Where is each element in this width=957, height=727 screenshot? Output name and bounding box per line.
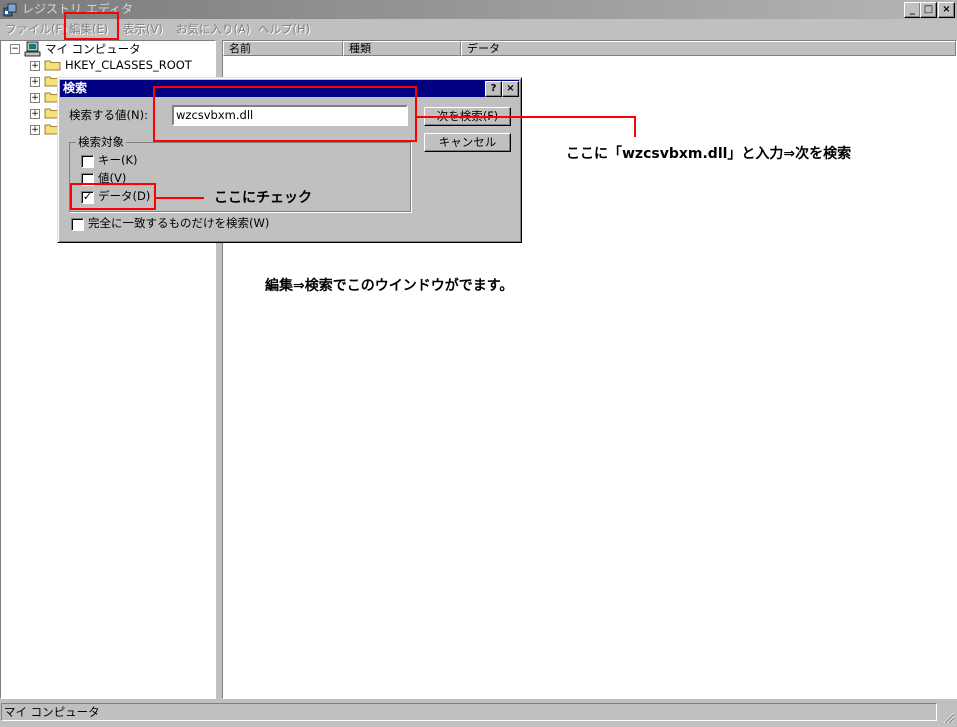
expand-icon[interactable]: + [30, 77, 40, 87]
keys-label[interactable]: キー(K) [98, 153, 138, 167]
tree-item-hkey-classes-root[interactable]: HKEY_CLASSES_ROOT [65, 58, 192, 72]
title-bar [0, 0, 957, 19]
match-whole-checkbox[interactable] [71, 218, 84, 231]
expand-icon[interactable]: + [30, 109, 40, 119]
resize-grip-icon[interactable] [941, 710, 955, 724]
computer-icon [24, 41, 41, 57]
annotation-line [634, 116, 636, 137]
edit-menu-highlight [64, 12, 119, 40]
collapse-icon[interactable]: − [10, 44, 20, 54]
column-header-data[interactable]: データ [461, 41, 956, 56]
folder-icon [44, 60, 61, 71]
column-header-name[interactable]: 名前 [223, 41, 343, 56]
expand-icon[interactable]: + [30, 61, 40, 71]
expand-icon[interactable]: + [30, 93, 40, 103]
menu-view[interactable]: 表示(V) [123, 22, 163, 36]
close-button[interactable]: × [938, 2, 955, 18]
find-what-label: 検索する値(N): [69, 108, 148, 122]
registry-editor-icon [3, 3, 17, 17]
annotation-line [156, 197, 204, 199]
dialog-help-button[interactable]: ? [485, 81, 502, 97]
input-highlight [153, 86, 417, 142]
expand-icon[interactable]: + [30, 125, 40, 135]
cancel-button[interactable]: キャンセル [424, 133, 511, 152]
menu-help[interactable]: ヘルプ(H) [258, 22, 310, 36]
match-whole-label[interactable]: 完全に一致するものだけを検索(W) [88, 216, 269, 230]
tree-root-label[interactable]: マイ コンピュータ [45, 42, 141, 56]
menu-file[interactable]: ファイル(F) [5, 22, 67, 36]
minimize-button[interactable]: _ [904, 2, 921, 18]
look-at-group-label: 検索対象 [76, 135, 126, 149]
window-note: 編集⇒検索でこのウインドウがでます。 [265, 278, 514, 294]
status-text: マイ コンピュータ [1, 703, 937, 721]
enter-note: ここに「wzcsvbxm.dll」と入力⇒次を検索 [566, 146, 852, 162]
menu-favorites[interactable]: お気に入り(A) [176, 22, 250, 36]
keys-checkbox[interactable] [81, 155, 94, 168]
column-header-type[interactable]: 種類 [343, 41, 461, 56]
maximize-button[interactable]: □ [920, 2, 937, 18]
annotation-line [417, 116, 636, 118]
dialog-close-button[interactable]: × [502, 81, 519, 97]
checkbox-highlight [70, 183, 156, 210]
check-note: ここにチェック [214, 190, 312, 206]
